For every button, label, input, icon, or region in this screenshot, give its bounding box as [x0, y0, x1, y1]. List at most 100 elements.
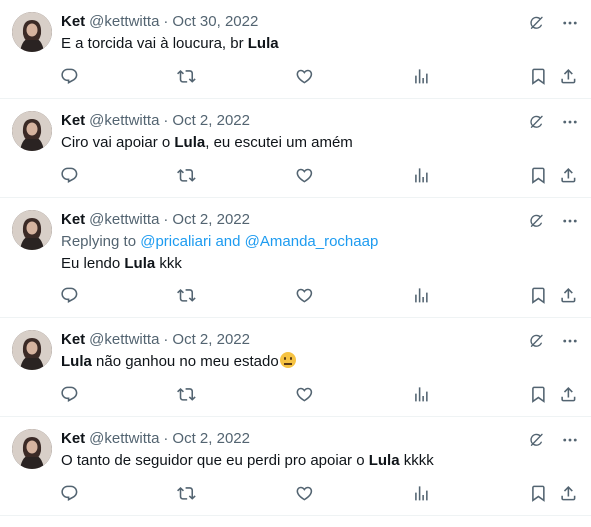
- tweet-header: Ket @kettwitta · Oct 2, 2022: [61, 429, 579, 449]
- tweet-actions: [0, 286, 591, 306]
- bookmark-icon[interactable]: [529, 286, 549, 306]
- search-highlight: Lula: [124, 255, 156, 272]
- share-icon[interactable]: [559, 166, 579, 186]
- tweet-text-part: Eu lendo: [61, 255, 125, 272]
- share-icon[interactable]: [559, 67, 579, 87]
- grok-icon[interactable]: [527, 332, 545, 350]
- more-icon[interactable]: [561, 212, 579, 230]
- tweet-text: O tanto de seguidor que eu perdi pro apo…: [61, 451, 579, 471]
- separator-dot: ·: [163, 112, 169, 129]
- tweet-actions: [0, 484, 591, 504]
- reply-icon[interactable]: [60, 286, 80, 306]
- retweet-icon[interactable]: [177, 484, 197, 504]
- replying-to-users[interactable]: @pricaliari and @Amanda_rochaap: [140, 233, 378, 250]
- views-icon[interactable]: [412, 166, 432, 186]
- bookmark-icon[interactable]: [529, 484, 549, 504]
- tweet-body: Ket @kettwitta · Oct 2, 2022 Ciro vai ap…: [61, 111, 579, 153]
- search-highlight: Lula: [368, 452, 400, 469]
- tweet-date[interactable]: Oct 2, 2022: [172, 210, 250, 230]
- tweet[interactable]: Ket @kettwitta · Oct 30, 2022 E a torcid…: [0, 0, 591, 99]
- retweet-icon[interactable]: [177, 385, 197, 405]
- tweet-text: Ciro vai apoiar o Lula, eu escutei um am…: [61, 133, 579, 153]
- bookmark-icon[interactable]: [529, 67, 549, 87]
- tweet-actions: [0, 67, 591, 87]
- reply-icon[interactable]: [60, 484, 80, 504]
- tweet-actions: [0, 385, 591, 405]
- confused-face-emoji: [279, 352, 296, 368]
- retweet-icon[interactable]: [177, 67, 197, 87]
- tweet-text-part: Ciro vai apoiar o: [61, 134, 175, 151]
- bookmark-icon[interactable]: [529, 385, 549, 405]
- search-highlight: Lula: [61, 353, 92, 370]
- user-handle[interactable]: @kettwitta: [89, 12, 159, 32]
- tweet-text-part: O tanto de seguidor que eu perdi pro apo…: [61, 452, 369, 469]
- user-handle[interactable]: @kettwitta: [89, 429, 159, 449]
- replying-to-label: Replying to: [61, 233, 141, 250]
- tweet[interactable]: Ket @kettwitta · Oct 2, 2022 Replying to…: [0, 198, 591, 318]
- tweet[interactable]: Ket @kettwitta · Oct 2, 2022 Lula não ga…: [0, 318, 591, 417]
- user-handle[interactable]: @kettwitta: [89, 330, 159, 350]
- like-icon[interactable]: [295, 286, 315, 306]
- display-name[interactable]: Ket: [61, 210, 85, 230]
- avatar[interactable]: [12, 330, 52, 370]
- tweet[interactable]: Ket @kettwitta · Oct 2, 2022 Ciro vai ap…: [0, 99, 591, 198]
- tweet-text: E a torcida vai à loucura, br Lula: [61, 34, 579, 54]
- tweet-body: Ket @kettwitta · Oct 2, 2022 Lula não ga…: [61, 330, 579, 372]
- grok-icon[interactable]: [527, 431, 545, 449]
- tweet-date[interactable]: Oct 30, 2022: [172, 12, 258, 32]
- tweet-header: Ket @kettwitta · Oct 2, 2022: [61, 210, 579, 230]
- tweet-date[interactable]: Oct 2, 2022: [172, 429, 250, 449]
- tweet[interactable]: Ket @kettwitta · Oct 2, 2022 O tanto de …: [0, 417, 591, 516]
- avatar[interactable]: [12, 111, 52, 151]
- grok-icon[interactable]: [527, 113, 545, 131]
- more-icon[interactable]: [561, 14, 579, 32]
- reply-icon[interactable]: [60, 385, 80, 405]
- reply-icon[interactable]: [60, 166, 80, 186]
- display-name[interactable]: Ket: [61, 12, 85, 32]
- user-handle[interactable]: @kettwitta: [89, 111, 159, 131]
- more-icon[interactable]: [561, 332, 579, 350]
- tweet-actions: [0, 166, 591, 186]
- share-icon[interactable]: [559, 286, 579, 306]
- like-icon[interactable]: [295, 385, 315, 405]
- like-icon[interactable]: [295, 166, 315, 186]
- display-name[interactable]: Ket: [61, 111, 85, 131]
- views-icon[interactable]: [412, 385, 432, 405]
- views-icon[interactable]: [412, 67, 432, 87]
- tweet-date[interactable]: Oct 2, 2022: [172, 330, 250, 350]
- tweet-text-part: E a torcida vai à loucura, br: [61, 35, 248, 52]
- tweet-text: Eu lendo Lula kkk: [61, 254, 579, 274]
- avatar[interactable]: [12, 429, 52, 469]
- separator-dot: ·: [163, 430, 169, 447]
- separator-dot: ·: [163, 13, 169, 30]
- tweet-text-part: não ganhou no meu estado: [91, 353, 279, 370]
- user-handle[interactable]: @kettwitta: [89, 210, 159, 230]
- views-icon[interactable]: [412, 286, 432, 306]
- more-icon[interactable]: [561, 113, 579, 131]
- retweet-icon[interactable]: [177, 166, 197, 186]
- grok-icon[interactable]: [527, 212, 545, 230]
- bookmark-icon[interactable]: [529, 166, 549, 186]
- grok-icon[interactable]: [527, 14, 545, 32]
- avatar[interactable]: [12, 12, 52, 52]
- retweet-icon[interactable]: [177, 286, 197, 306]
- tweet-body: Ket @kettwitta · Oct 30, 2022 E a torcid…: [61, 12, 579, 54]
- tweet-body: Ket @kettwitta · Oct 2, 2022 O tanto de …: [61, 429, 579, 471]
- tweet-date[interactable]: Oct 2, 2022: [172, 111, 250, 131]
- search-highlight: Lula: [174, 134, 206, 151]
- separator-dot: ·: [163, 211, 169, 228]
- views-icon[interactable]: [412, 484, 432, 504]
- display-name[interactable]: Ket: [61, 429, 85, 449]
- tweet-body: Ket @kettwitta · Oct 2, 2022 Replying to…: [61, 210, 579, 274]
- like-icon[interactable]: [295, 484, 315, 504]
- tweet-text-part: kkk: [155, 255, 182, 272]
- share-icon[interactable]: [559, 385, 579, 405]
- separator-dot: ·: [163, 331, 169, 348]
- like-icon[interactable]: [295, 67, 315, 87]
- tweet-header: Ket @kettwitta · Oct 2, 2022: [61, 330, 579, 350]
- share-icon[interactable]: [559, 484, 579, 504]
- more-icon[interactable]: [561, 431, 579, 449]
- reply-icon[interactable]: [60, 67, 80, 87]
- display-name[interactable]: Ket: [61, 330, 85, 350]
- avatar[interactable]: [12, 210, 52, 250]
